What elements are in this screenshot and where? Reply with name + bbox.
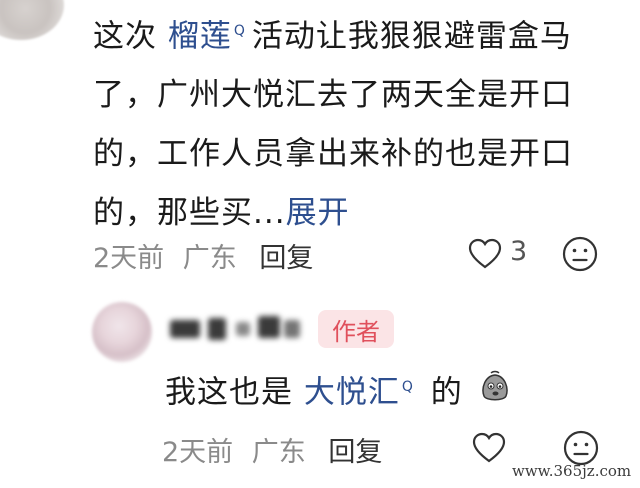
- commenter-avatar[interactable]: [0, 0, 64, 40]
- reply-reply-button[interactable]: 回复: [328, 437, 382, 468]
- reply-text: 我这也是 大悦汇 Q 的: [165, 362, 512, 419]
- like-count: 3: [510, 236, 528, 267]
- heart-outline-icon[interactable]: [468, 238, 502, 270]
- reply-text-part: 我这也是: [165, 374, 304, 411]
- neutral-face-icon[interactable]: [562, 236, 598, 272]
- search-icon: Q: [233, 23, 246, 39]
- search-icon: Q: [401, 379, 414, 395]
- comment-text-part: 这次: [93, 18, 168, 55]
- comment-meta: 2天前 广东 回复: [93, 236, 313, 275]
- author-avatar[interactable]: [92, 302, 152, 362]
- comment-reply-button[interactable]: 回复: [259, 243, 313, 274]
- comment-location: 广东: [182, 243, 237, 274]
- comment-text: 这次 榴莲 Q 活动让我狠狠避雷盒马了，广州大悦汇去了两天全是开口的，工作人员拿出来…: [93, 2, 613, 243]
- sad-blob-emoji-icon: [478, 369, 512, 419]
- topic-link-durian[interactable]: 榴莲: [168, 18, 232, 54]
- heart-outline-icon[interactable]: [472, 432, 506, 464]
- author-badge: 作者: [318, 310, 394, 348]
- author-name-blurred[interactable]: [170, 312, 310, 346]
- expand-button[interactable]: 展开: [286, 195, 350, 231]
- reply-meta: 2天前 广东 回复: [162, 430, 382, 469]
- comment-time: 2天前: [93, 243, 165, 274]
- reply-time: 2天前: [162, 437, 234, 468]
- topic-link-dayuehui[interactable]: 大悦汇: [304, 374, 400, 410]
- neutral-face-icon[interactable]: [563, 430, 599, 466]
- watermark: www.365jz.com: [512, 462, 632, 480]
- reply-text-part: 的: [419, 374, 463, 411]
- reply-location: 广东: [251, 437, 306, 468]
